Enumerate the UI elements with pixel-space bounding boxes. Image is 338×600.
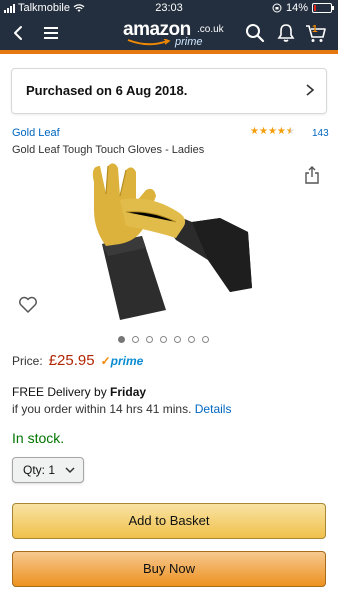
prime-check-icon: ✓ (100, 354, 111, 368)
delivery-prefix: FREE Delivery by (12, 385, 111, 399)
price-label: Price: (12, 354, 43, 368)
amazon-prime-logo[interactable]: amazon .co.uk prime (123, 19, 233, 49)
carousel-dot[interactable] (160, 336, 167, 343)
star-icon: ★ (250, 126, 259, 137)
brand-link[interactable]: Gold Leaf (12, 127, 60, 139)
share-icon[interactable] (304, 166, 320, 184)
carousel-dot[interactable] (188, 336, 195, 343)
carousel-dot[interactable] (202, 336, 209, 343)
star-rating[interactable]: ★ ★ ★ ★ ★ (250, 127, 295, 137)
logo-tld: .co.uk (197, 24, 224, 35)
prime-badge: ✓prime (101, 354, 144, 368)
logo-prime: prime (175, 36, 203, 48)
stock-status: In stock. (12, 430, 65, 446)
back-icon[interactable] (8, 22, 30, 44)
purchase-history-card[interactable]: Purchased on 6 Aug 2018. (11, 68, 327, 114)
prime-badge-label: prime (110, 354, 144, 368)
carousel-dot[interactable] (118, 336, 125, 343)
delivery-day: Friday (110, 385, 147, 399)
search-icon[interactable] (244, 22, 266, 44)
app-header: amazon .co.uk prime 1 (0, 16, 338, 50)
quantity-value: 1 (48, 463, 56, 477)
status-bar: Talkmobile 23:03 14% (0, 0, 338, 16)
buy-now-button[interactable]: Buy Now (12, 551, 326, 587)
product-image[interactable] (80, 160, 260, 330)
add-to-basket-button[interactable]: Add to Basket (12, 503, 326, 539)
heart-icon[interactable] (18, 296, 38, 314)
logo-smile-icon (127, 39, 171, 46)
quantity-label: Qty: (23, 463, 46, 477)
product-title: Gold Leaf Tough Touch Gloves - Ladies (12, 144, 205, 156)
delivery-detail: if you order within 14 hrs 41 mins. (12, 402, 192, 416)
half-star-icon: ★ (285, 126, 295, 137)
chevron-down-icon (65, 467, 75, 474)
menu-icon[interactable] (40, 22, 62, 44)
price-value: £25.95 (48, 352, 95, 369)
delivery-cutoff: if you order within 14 hrs 41 mins. Deta… (12, 402, 231, 416)
chevron-right-icon (306, 84, 315, 96)
battery-percent: 14% (285, 2, 308, 14)
star-icon: ★ (258, 126, 268, 137)
carousel-dot[interactable] (174, 336, 181, 343)
battery-icon (312, 3, 334, 13)
header-accent-band (0, 50, 338, 54)
image-carousel-dots[interactable] (118, 336, 209, 343)
rotation-lock-icon (272, 3, 282, 13)
purchase-date-text: Purchased on 6 Aug 2018. (26, 83, 188, 98)
price-row: Price: £25.95 ✓prime (12, 352, 143, 369)
star-icon: ★ (276, 126, 286, 137)
review-count-link[interactable]: 143 (312, 128, 329, 139)
delivery-line: FREE Delivery by Friday (12, 385, 146, 399)
notification-bell-icon[interactable] (275, 22, 297, 44)
star-icon: ★ (267, 126, 277, 137)
cart-count-badge: 1 (312, 24, 318, 35)
quantity-dropdown[interactable]: Qty: 1 (12, 457, 84, 483)
carousel-dot[interactable] (146, 336, 153, 343)
delivery-details-link[interactable]: Details (195, 402, 232, 416)
carousel-dot[interactable] (132, 336, 139, 343)
